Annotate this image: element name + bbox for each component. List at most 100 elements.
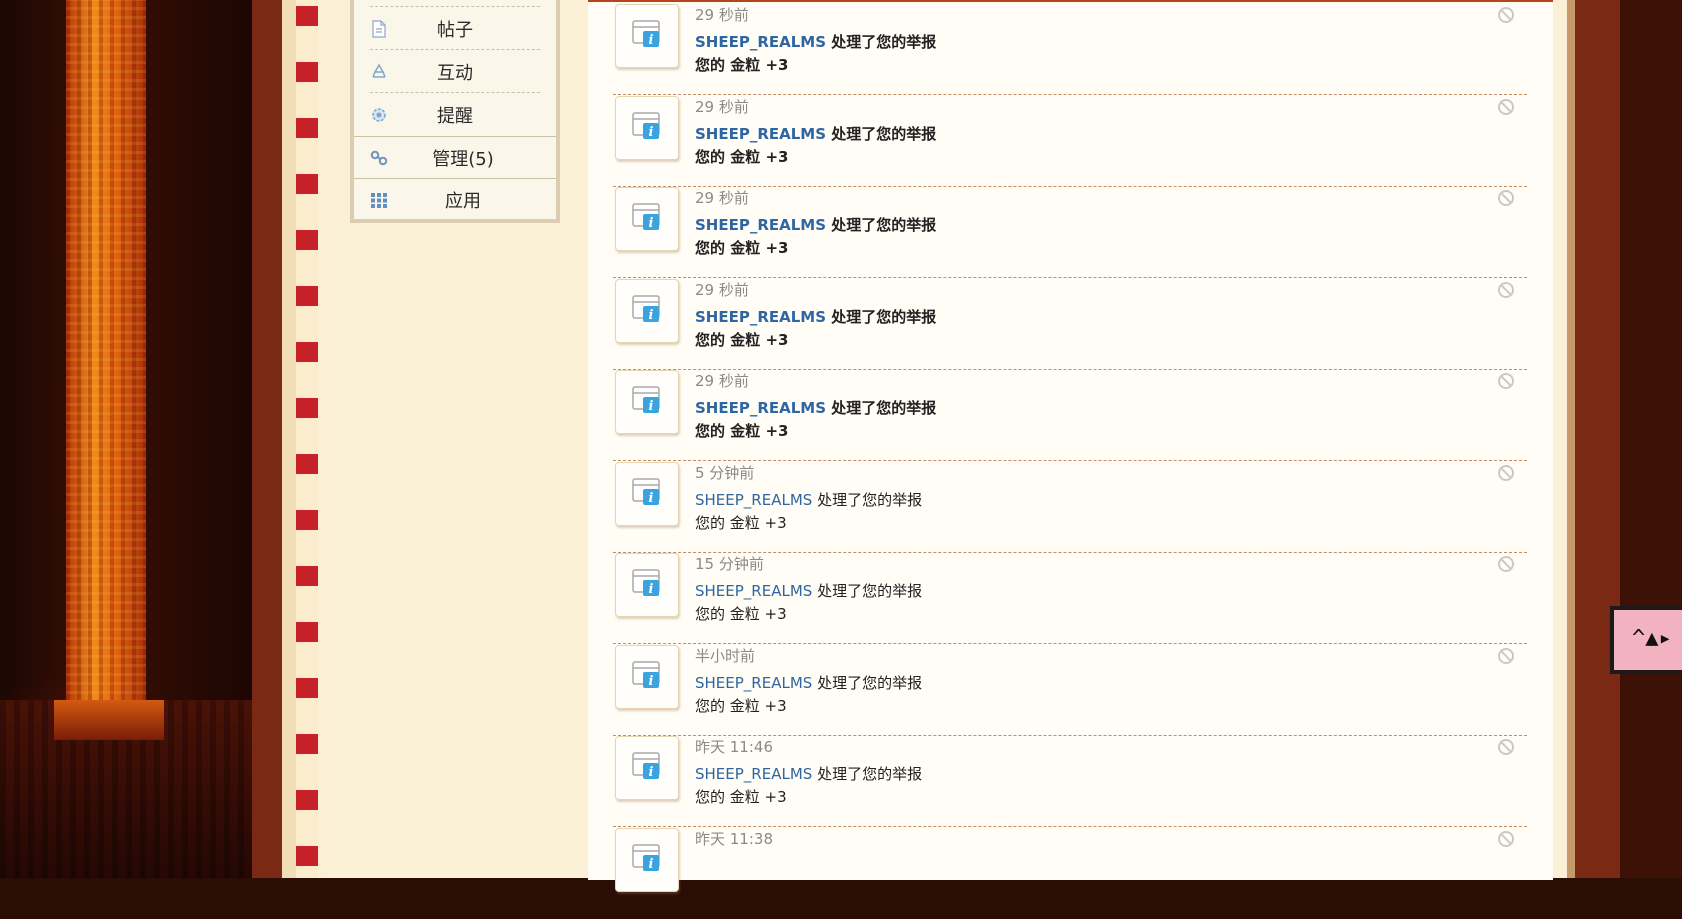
info-window-icon: i: [632, 660, 662, 694]
system-notice-avatar[interactable]: i: [615, 827, 679, 892]
notification-item: i 15 分钟前 SHEEP_REALMS 处理了您的举报 您的 金粒 +3: [613, 549, 1527, 644]
sidebar-item-label: 管理(5): [432, 148, 494, 170]
system-notice-avatar[interactable]: i: [615, 461, 679, 526]
sidebar-item-posts[interactable]: 帖子: [370, 8, 540, 50]
notification-detail: 您的 金粒 +3: [695, 422, 789, 440]
ignore-icon[interactable]: [1497, 555, 1515, 573]
notification-action: 处理了您的举报: [817, 673, 923, 692]
info-window-icon: i: [632, 477, 662, 511]
svg-text:i: i: [649, 857, 654, 872]
system-notice-avatar[interactable]: i: [615, 370, 679, 434]
user-link[interactable]: SHEEP_REALMS: [695, 308, 826, 326]
recycle-icon: [370, 62, 388, 81]
frame-trim-right: [1553, 0, 1567, 878]
notification-message: SHEEP_REALMS 处理了您的举报: [695, 489, 922, 510]
system-notice-avatar[interactable]: i: [615, 95, 679, 160]
svg-text:i: i: [649, 674, 654, 689]
notification-item: i 29 秒前 SHEEP_REALMS 处理了您的举报 您的 金粒 +3: [613, 275, 1527, 370]
notification-time: 昨天 11:38: [695, 829, 773, 848]
notification-item: i 昨天 11:38: [613, 824, 1527, 919]
notification-action: 处理了您的举报: [831, 307, 937, 326]
notification-detail: 您的 金粒 +3: [695, 513, 787, 532]
info-window-icon: i: [632, 751, 662, 785]
system-notice-avatar[interactable]: i: [615, 553, 679, 617]
sidebar-item-apps[interactable]: 应用: [354, 178, 556, 220]
sidebar-item-label: 互动: [437, 62, 473, 84]
svg-text:i: i: [649, 582, 654, 597]
document-icon: [370, 19, 388, 38]
user-link[interactable]: SHEEP_REALMS: [695, 582, 812, 600]
sidebar-item-manage[interactable]: 管理(5): [354, 136, 556, 178]
notification-message: SHEEP_REALMS 处理了您的举报: [695, 672, 922, 693]
svg-text:i: i: [649, 308, 654, 323]
notification-detail: 您的 金粒 +3: [695, 696, 787, 715]
notification-detail: 您的 金粒 +3: [695, 147, 789, 166]
ignore-icon[interactable]: [1497, 98, 1515, 116]
svg-text:i: i: [649, 125, 654, 140]
system-notice-avatar[interactable]: i: [615, 278, 679, 343]
system-notice-avatar[interactable]: i: [615, 187, 679, 251]
ignore-icon[interactable]: [1497, 6, 1515, 24]
user-link[interactable]: SHEEP_REALMS: [695, 674, 812, 692]
sidebar-item-label: 应用: [445, 190, 481, 212]
user-link[interactable]: SHEEP_REALMS: [695, 33, 826, 51]
notification-time: 15 分钟前: [695, 555, 764, 573]
svg-text:i: i: [649, 33, 654, 48]
notification-message: SHEEP_REALMS 处理了您的举报: [695, 763, 922, 784]
notification-message: SHEEP_REALMS 处理了您的举报: [695, 31, 936, 52]
system-notice-avatar[interactable]: i: [615, 644, 679, 709]
notification-time: 29 秒前: [695, 280, 749, 299]
ignore-icon[interactable]: [1497, 464, 1515, 482]
system-notice-avatar[interactable]: i: [615, 736, 679, 800]
ignore-icon[interactable]: [1497, 189, 1515, 207]
mascot-face-icon: ^▲▸: [1632, 626, 1672, 651]
info-window-icon: i: [632, 385, 662, 419]
dark-wall-right: [1620, 0, 1682, 878]
notification-time: 29 秒前: [695, 372, 749, 390]
grid-icon: [370, 191, 388, 209]
svg-text:i: i: [649, 399, 654, 414]
notification-detail: 您的 金粒 +3: [695, 330, 789, 349]
svg-text:i: i: [649, 491, 654, 506]
sidebar-item-label: 提醒: [437, 106, 473, 127]
sidebar-item-label: 帖子: [437, 19, 473, 41]
sidebar-menu: 帖子 互动 提醒 管理(5) 应用: [350, 0, 560, 223]
sidebar-item-interaction[interactable]: 互动: [370, 51, 540, 93]
wood-frame-right: [1575, 0, 1620, 878]
notification-message: SHEEP_REALMS 处理了您的举报: [695, 397, 936, 418]
notification-detail: 您的 金粒 +3: [695, 788, 787, 806]
user-link[interactable]: SHEEP_REALMS: [695, 491, 812, 509]
ignore-icon[interactable]: [1497, 830, 1515, 848]
rope-border: [296, 0, 318, 878]
user-link[interactable]: SHEEP_REALMS: [695, 399, 826, 417]
notification-action: 处理了您的举报: [831, 33, 937, 51]
ignore-icon[interactable]: [1497, 647, 1515, 665]
wood-frame-left: [252, 0, 282, 878]
notification-item: i 29 秒前 SHEEP_REALMS 处理了您的举报 您的 金粒 +3: [613, 366, 1527, 461]
svg-text:i: i: [649, 765, 654, 780]
notification-action: 处理了您的举报: [831, 399, 937, 417]
notification-detail: 您的 金粒 +3: [695, 239, 789, 257]
notification-item: i 半小时前 SHEEP_REALMS 处理了您的举报 您的 金粒 +3: [613, 641, 1527, 736]
notification-action: 处理了您的举报: [831, 124, 937, 143]
sidebar-item-reminders[interactable]: 提醒: [370, 94, 540, 136]
frame-edge: [318, 0, 330, 878]
pink-mascot-sprite[interactable]: ^▲▸: [1610, 606, 1682, 674]
notification-time: 昨天 11:46: [695, 738, 773, 756]
user-link[interactable]: SHEEP_REALMS: [695, 216, 826, 234]
notification-time: 29 秒前: [695, 6, 749, 24]
ignore-icon[interactable]: [1497, 372, 1515, 390]
notification-detail: 您的 金粒 +3: [695, 605, 787, 623]
notification-item: i 昨天 11:46 SHEEP_REALMS 处理了您的举报 您的 金粒 +3: [613, 732, 1527, 827]
info-window-icon: i: [632, 294, 662, 328]
system-notice-avatar[interactable]: i: [615, 4, 679, 68]
ignore-icon[interactable]: [1497, 281, 1515, 299]
menu-divider: [370, 6, 540, 7]
notification-message: SHEEP_REALMS 处理了您的举报: [695, 123, 936, 144]
notification-time: 5 分钟前: [695, 463, 755, 482]
frame-line-right: [1567, 0, 1575, 878]
user-link[interactable]: SHEEP_REALMS: [695, 765, 812, 783]
ignore-icon[interactable]: [1497, 738, 1515, 756]
user-link[interactable]: SHEEP_REALMS: [695, 125, 826, 143]
info-window-icon: i: [632, 111, 662, 145]
